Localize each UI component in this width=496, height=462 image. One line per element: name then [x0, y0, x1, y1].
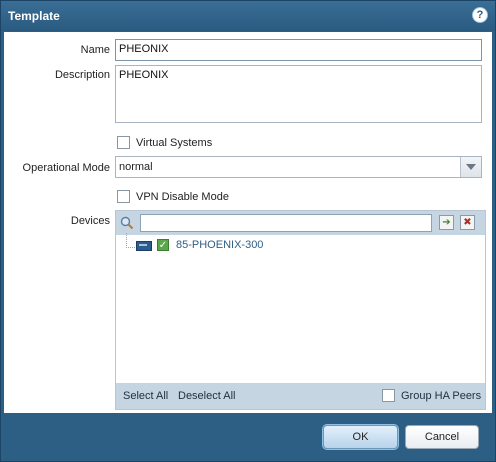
tree-connector [126, 233, 135, 248]
devices-panel: ➔ ✖ ✓ 85-PHOENIX-300 Select All Deselect… [115, 210, 486, 410]
operational-mode-value: normal [119, 161, 153, 173]
search-icon [120, 216, 134, 230]
group-ha-peers-checkbox[interactable] [382, 389, 395, 402]
description-textarea[interactable]: PHEONIX [115, 65, 482, 123]
device-name: 85-PHOENIX-300 [176, 239, 264, 251]
cancel-button[interactable]: Cancel [405, 425, 479, 449]
select-all-link[interactable]: Select All [123, 390, 168, 402]
dialog-body: Name PHEONIX Description PHEONIX Virtual… [4, 32, 492, 413]
description-label: Description [54, 69, 110, 81]
clear-filter-icon[interactable]: ✖ [460, 215, 475, 230]
dialog-titlebar: Template ? [1, 1, 495, 31]
firewall-device-icon [136, 241, 152, 251]
operational-mode-label: Operational Mode [22, 162, 110, 174]
name-label: Name [80, 44, 110, 56]
devices-label: Devices [70, 215, 110, 227]
name-input[interactable]: PHEONIX [115, 39, 482, 61]
devices-toolbar: ➔ ✖ [116, 211, 485, 235]
device-tree-row[interactable]: ✓ 85-PHOENIX-300 [122, 233, 422, 255]
description-value: PHEONIX [119, 69, 169, 81]
ok-button[interactable]: OK [323, 425, 398, 449]
device-checkbox-checked[interactable]: ✓ [157, 239, 169, 251]
devices-footer: Select All Deselect All Group HA Peers [116, 383, 485, 409]
dialog-title: Template [8, 9, 60, 23]
template-dialog: Template ? Name PHEONIX Description PHEO… [0, 0, 496, 462]
virtual-systems-checkbox[interactable] [117, 136, 130, 149]
deselect-all-link[interactable]: Deselect All [178, 390, 235, 402]
vpn-disable-label: VPN Disable Mode [136, 191, 229, 203]
vpn-disable-checkbox[interactable] [117, 190, 130, 203]
name-value: PHEONIX [119, 43, 169, 55]
dialog-button-bar: OK Cancel [1, 413, 495, 461]
group-ha-peers-label: Group HA Peers [401, 390, 482, 402]
help-icon[interactable]: ? [473, 8, 487, 22]
virtual-systems-label: Virtual Systems [136, 137, 213, 149]
devices-search-input[interactable] [140, 214, 432, 232]
apply-filter-icon[interactable]: ➔ [439, 215, 454, 230]
operational-mode-select[interactable]: normal [115, 156, 482, 178]
chevron-down-icon[interactable] [460, 157, 481, 177]
